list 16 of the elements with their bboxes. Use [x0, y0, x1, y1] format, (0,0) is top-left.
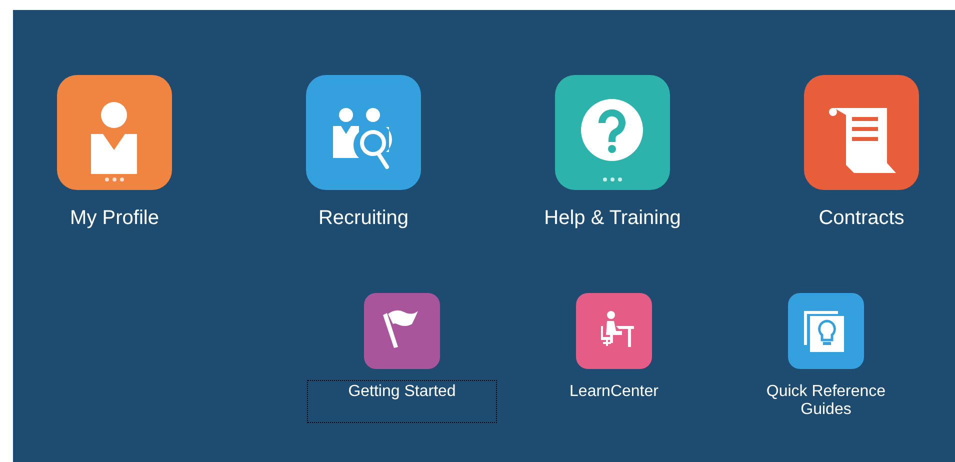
- more-dots-icon: [104, 177, 125, 182]
- tile-label: LearnCenter: [568, 382, 660, 402]
- more-dots-icon: [602, 177, 623, 182]
- tile-label: Quick Reference Guides: [765, 382, 887, 420]
- tile-label: Recruiting: [318, 206, 409, 230]
- tile-label: Contracts: [818, 206, 904, 230]
- app-tile[interactable]: [576, 293, 652, 369]
- app-tile[interactable]: [364, 293, 440, 369]
- app-tile[interactable]: [555, 75, 670, 190]
- tile-label: Getting Started: [307, 380, 497, 423]
- app-tile[interactable]: [804, 75, 919, 190]
- app-tile[interactable]: [57, 75, 172, 190]
- app-tile[interactable]: [788, 293, 864, 369]
- tile-label: Help & Training: [544, 206, 681, 230]
- tile-label: My Profile: [70, 206, 159, 230]
- app-tile[interactable]: [306, 75, 421, 190]
